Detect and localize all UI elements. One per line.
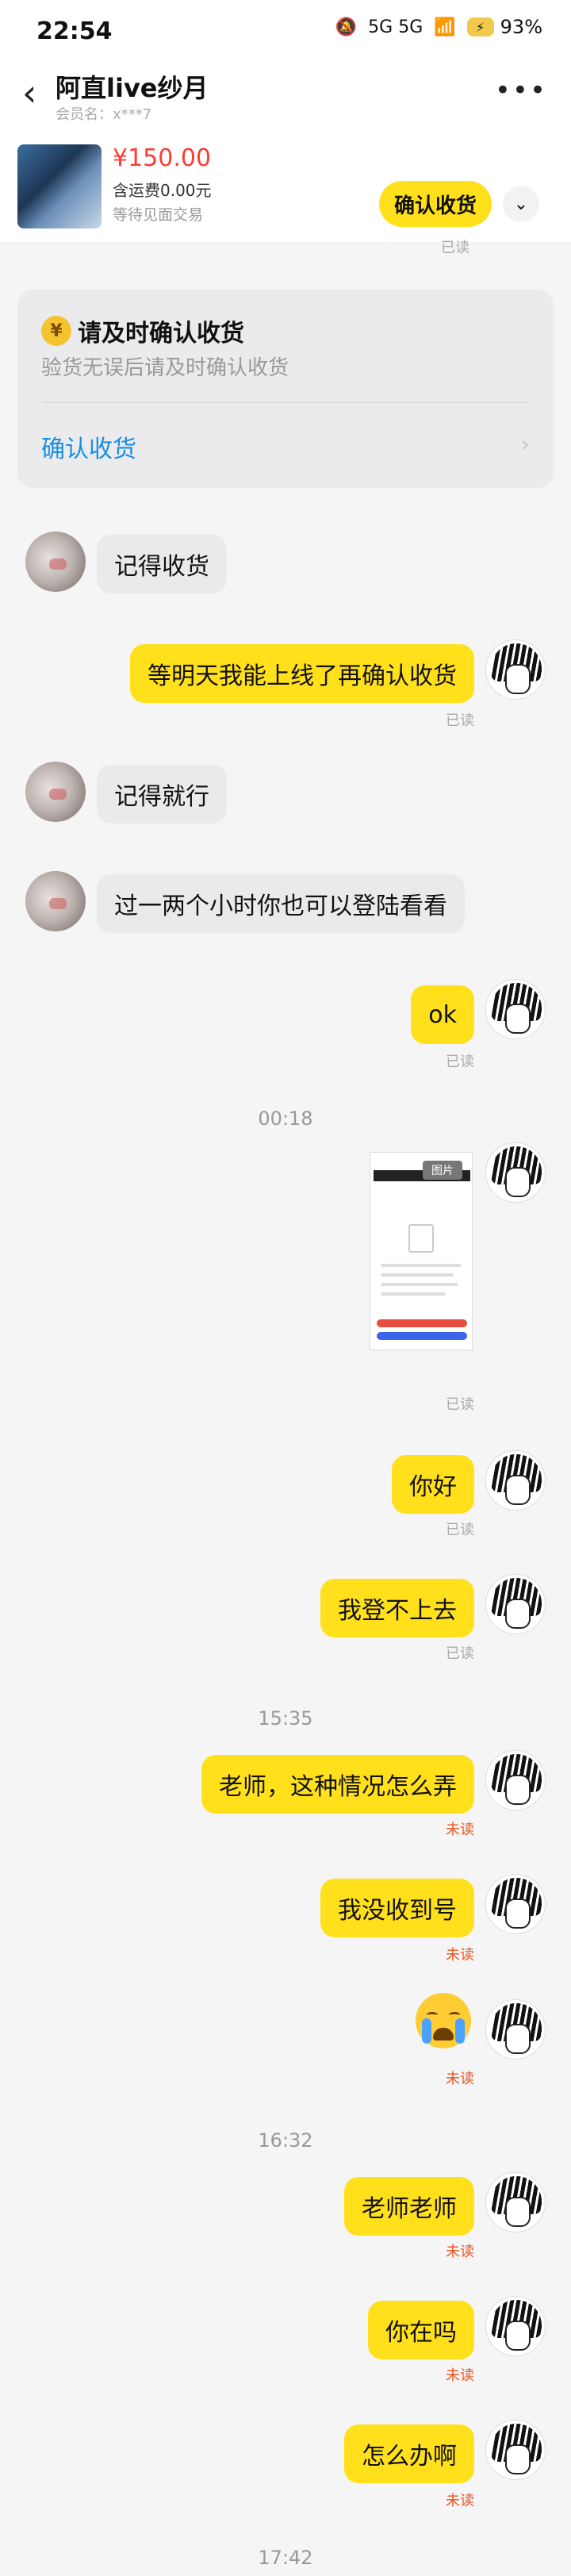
avatar[interactable] [485, 2296, 546, 2356]
image-content [381, 1283, 458, 1286]
avatar[interactable] [25, 762, 86, 822]
card-title: ¥ 请及时确认收货 [41, 313, 244, 348]
product-thumbnail[interactable] [17, 144, 102, 228]
card-confirm-link[interactable]: 确认收货 [41, 429, 136, 464]
clock: 22:54 [36, 17, 113, 45]
battery: ⚡ 93% [466, 16, 542, 38]
avatar[interactable] [485, 1142, 546, 1203]
battery-level: 93% [500, 16, 542, 38]
read-status: 已读 [446, 1522, 474, 1538]
timestamp: 17:42 [258, 2547, 313, 2569]
unread-status: 未读 [446, 2071, 474, 2087]
message-bubble[interactable]: 老师，这种情况怎么弄 [201, 1755, 474, 1814]
more-icon[interactable]: ••• [495, 75, 547, 106]
image-content [377, 1319, 467, 1327]
image-content [381, 1273, 453, 1276]
message-bubble[interactable]: 怎么办啊 [344, 2424, 474, 2483]
chat-header: ‹ 阿直live纱月 会员名：x***7 ••• [0, 62, 571, 125]
timestamp: 16:32 [258, 2129, 313, 2152]
avatar[interactable] [485, 1574, 546, 1634]
message-bubble[interactable]: 记得收货 [97, 535, 227, 593]
back-icon[interactable]: ‹ [22, 71, 36, 114]
avatar[interactable] [485, 1874, 546, 1934]
signal-icon: 5G 5G [368, 17, 423, 37]
emoji-eye [427, 2012, 438, 2018]
divider [41, 402, 530, 403]
product-price: ¥150.00 [113, 144, 212, 172]
unread-status: 未读 [446, 2244, 474, 2260]
card-desc: 验货无误后请及时确认收货 [41, 356, 289, 380]
unread-status: 未读 [446, 1947, 474, 1964]
unread-status: 未读 [446, 2367, 474, 2384]
emoji-tear [422, 2018, 431, 2044]
chat-title: 阿直live纱月 [56, 73, 209, 103]
chevron-down-icon[interactable]: ⌄ [503, 186, 539, 222]
message-bubble[interactable]: 你好 [392, 1455, 474, 1514]
read-status: 已读 [446, 712, 474, 729]
unread-status: 未读 [446, 2493, 474, 2509]
emoji-tear [455, 2018, 465, 2044]
read-status: 已读 [446, 1396, 474, 1413]
avatar[interactable] [485, 1450, 546, 1511]
chevron-right-icon[interactable]: › [521, 431, 530, 457]
unread-status: 未读 [446, 1822, 474, 1838]
emoji-mouth [433, 2028, 454, 2040]
message-bubble[interactable]: 记得就行 [97, 765, 227, 823]
avatar[interactable] [485, 1999, 546, 2060]
message-bubble[interactable]: 我登不上去 [320, 1579, 474, 1637]
timestamp: 15:35 [258, 1707, 313, 1729]
timestamp: 00:18 [258, 1108, 313, 1130]
product-bar[interactable]: ¥150.00 含运费0.00元 等待见面交易 确认收货 ⌄ [0, 125, 571, 243]
trade-status: 等待见面交易 [113, 206, 204, 224]
status-icons: 🔕 5G 5G 📶 ⚡ 93% [335, 16, 542, 38]
avatar[interactable] [485, 2172, 546, 2232]
card-title-text: 请及时确认收货 [78, 320, 244, 347]
avatar[interactable] [25, 871, 86, 931]
avatar[interactable] [485, 1750, 546, 1810]
message-bubble[interactable]: 等明天我能上线了再确认收货 [130, 644, 474, 703]
avatar[interactable] [25, 532, 86, 592]
image-message[interactable]: 图片 [370, 1152, 473, 1350]
avatar[interactable] [485, 639, 546, 700]
read-status: 已读 [446, 1645, 474, 1662]
message-bubble[interactable]: ok [411, 985, 474, 1044]
confirm-receipt-card: ¥ 请及时确认收货 验货无误后请及时确认收货 确认收货 › [17, 290, 554, 488]
avatar[interactable] [485, 979, 546, 1039]
image-content [381, 1264, 461, 1267]
image-content [377, 1332, 467, 1340]
confirm-receipt-button[interactable]: 确认收货 [379, 181, 492, 227]
message-bubble[interactable]: 我没收到号 [320, 1879, 474, 1937]
document-icon [408, 1224, 434, 1253]
image-content [381, 1292, 445, 1296]
message-bubble[interactable]: 你在吗 [368, 2301, 474, 2359]
read-status: 已读 [446, 1054, 474, 1070]
wifi-icon: 📶 [434, 17, 456, 37]
battery-icon: ⚡ [466, 17, 494, 36]
read-status: 已读 [441, 240, 469, 256]
image-tag: 图片 [423, 1161, 462, 1180]
crying-emoji-icon[interactable] [416, 1993, 471, 2048]
avatar[interactable] [485, 2420, 546, 2480]
message-bubble[interactable]: 过一两个小时你也可以登陆看看 [97, 874, 465, 933]
emoji-eye [449, 2012, 460, 2018]
message-bubble[interactable]: 老师老师 [344, 2177, 474, 2236]
shipping-fee: 含运费0.00元 [113, 181, 212, 200]
yen-coin-icon: ¥ [41, 316, 71, 346]
member-name: 会员名：x***7 [56, 106, 152, 123]
mute-icon: 🔕 [335, 17, 358, 37]
status-bar: 22:54 🔕 5G 5G 📶 ⚡ 93% [0, 0, 571, 62]
